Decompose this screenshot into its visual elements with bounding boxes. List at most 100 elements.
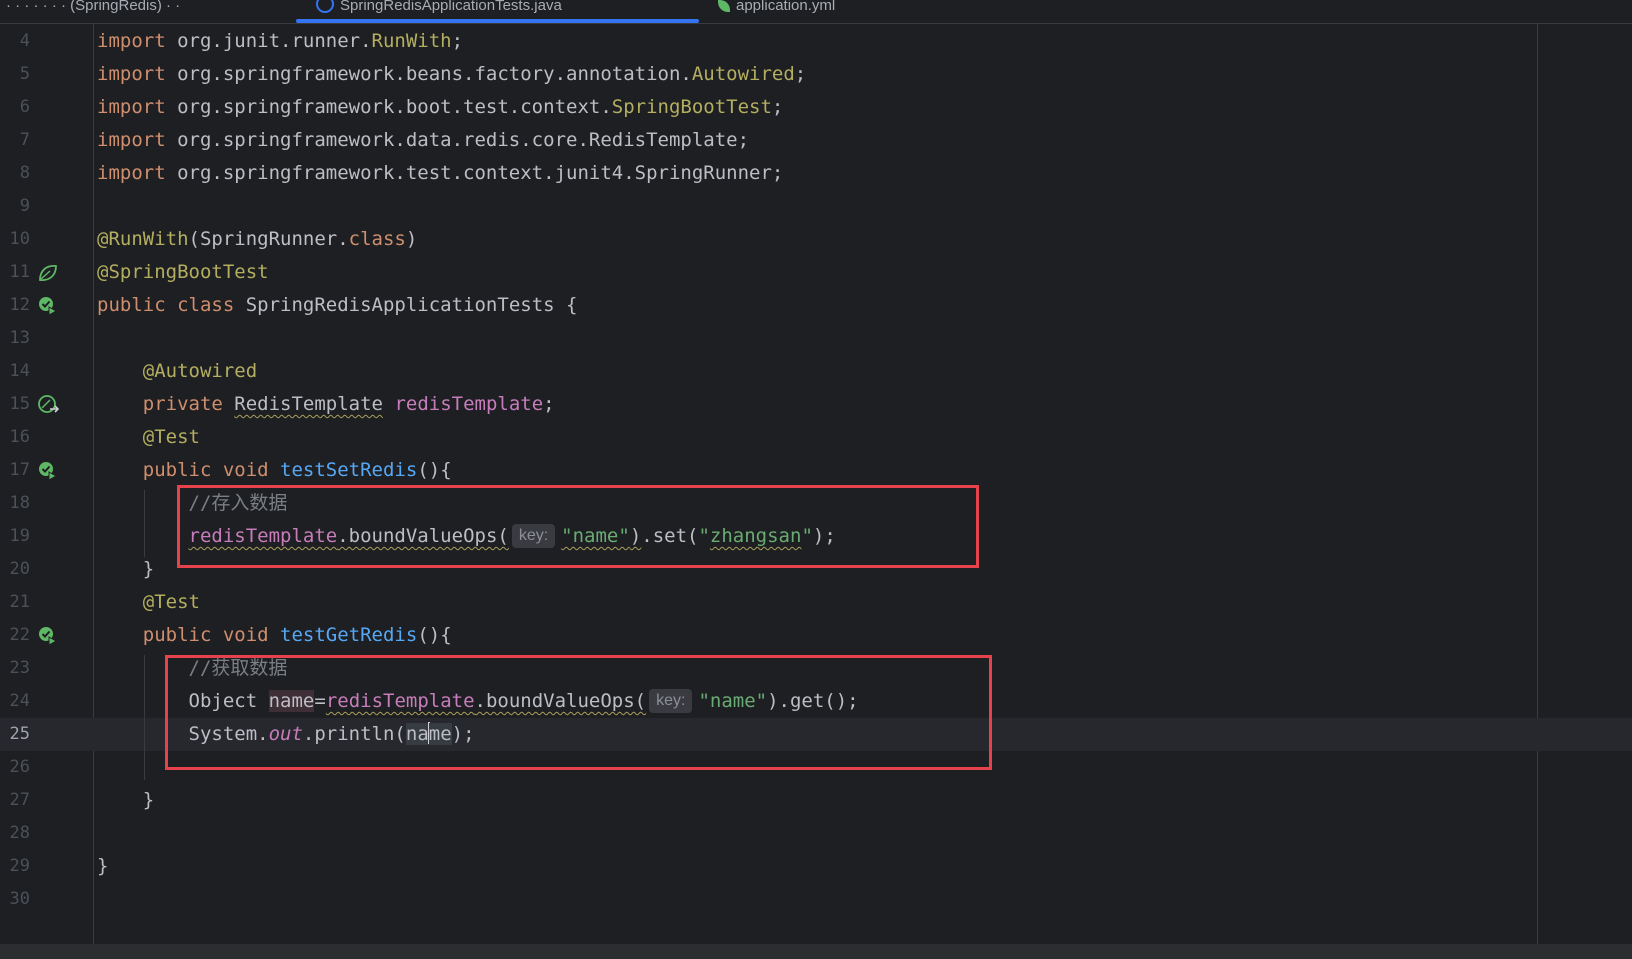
code-text[interactable]: import org.springframework.boot.test.con…: [97, 91, 783, 124]
horizontal-scrollbar[interactable]: [0, 944, 1632, 959]
tab-previous-file[interactable]: · · · · · · · (SpringRedis) · ·: [6, 0, 180, 20]
line-number: 27: [9, 790, 30, 810]
code-text[interactable]: }: [97, 850, 108, 883]
line-number: 17: [9, 460, 30, 480]
code-text[interactable]: import org.springframework.beans.factory…: [97, 58, 806, 91]
line-number: 20: [9, 559, 30, 579]
indent-guide: [144, 655, 145, 780]
tab-application-yml[interactable]: application.yml: [718, 0, 835, 20]
code-line[interactable]: 6 import org.springframework.boot.test.co…: [0, 91, 1632, 124]
code-token: import: [97, 63, 178, 85]
code-token: RedisTemplate: [234, 393, 383, 415]
code-line[interactable]: 10 @RunWith(SpringRunner.class): [0, 223, 1632, 256]
code-line[interactable]: 12 public class SpringRedisApplicationTes…: [0, 289, 1632, 322]
code-token: @RunWith: [97, 228, 189, 250]
tab-spring-redis-application-tests[interactable]: SpringRedisApplicationTests.java: [316, 0, 562, 20]
code-token: private: [142, 393, 235, 415]
code-line[interactable]: 29}: [0, 850, 1632, 883]
code-text[interactable]: import org.springframework.data.redis.co…: [97, 124, 749, 157]
line-number: 24: [9, 691, 30, 711]
code-text[interactable]: public void testSetRedis(){: [97, 454, 452, 487]
run-test-icon[interactable]: [38, 461, 58, 481]
line-number: 13: [9, 328, 30, 348]
code-text[interactable]: }: [97, 784, 154, 817]
run-test-icon[interactable]: [38, 626, 58, 646]
code-token: org.springframework.test.context.junit4.…: [177, 162, 784, 184]
line-number: 4: [19, 31, 30, 51]
code-line[interactable]: 8 import org.springframework.test.context…: [0, 157, 1632, 190]
run-test-icon[interactable]: [38, 296, 58, 316]
code-line[interactable]: 14 @Autowired: [0, 355, 1632, 388]
code-line[interactable]: 15 private RedisTemplate redisTemplate;: [0, 388, 1632, 421]
code-line[interactable]: 13: [0, 322, 1632, 355]
code-token: ;: [794, 63, 807, 85]
code-text[interactable]: @Test: [97, 586, 200, 619]
code-line[interactable]: 5 import org.springframework.beans.factor…: [0, 58, 1632, 91]
editor-tab-bar: · · · · · · · (SpringRedis) · · SpringRe…: [0, 0, 1632, 24]
line-number: 29: [9, 856, 30, 876]
code-line[interactable]: 28: [0, 817, 1632, 850]
code-token: ;: [451, 30, 464, 52]
code-text[interactable]: @RunWith(SpringRunner.class): [97, 223, 417, 256]
code-line[interactable]: 16 @Test: [0, 421, 1632, 454]
code-token: (){: [417, 624, 452, 646]
code-token: @SpringBootTest: [97, 261, 269, 283]
code-line[interactable]: 27 }: [0, 784, 1632, 817]
code-line[interactable]: 30: [0, 883, 1632, 916]
code-token: (){: [417, 459, 452, 481]
line-number: 28: [9, 823, 30, 843]
code-token: public void: [142, 459, 281, 481]
line-number: 25: [9, 724, 30, 744]
code-token: import: [97, 129, 178, 151]
code-line[interactable]: 11 @SpringBootTest: [0, 256, 1632, 289]
code-line[interactable]: 22 public void testGetRedis(){: [0, 619, 1632, 652]
code-text[interactable]: }: [97, 553, 154, 586]
line-number: 18: [9, 493, 30, 513]
spring-leaf-icon[interactable]: [38, 263, 58, 283]
line-number: 8: [19, 163, 30, 183]
code-line[interactable]: 9: [0, 190, 1632, 223]
code-token: (SpringRunner.: [188, 228, 349, 250]
code-token: import: [97, 30, 178, 52]
code-text[interactable]: @Test: [97, 421, 200, 454]
code-line[interactable]: 7 import org.springframework.data.redis.c…: [0, 124, 1632, 157]
code-token: org.junit.runner.: [177, 30, 372, 52]
line-number: 7: [19, 130, 30, 150]
bean-navigate-icon[interactable]: [38, 395, 60, 415]
code-token: import: [97, 162, 178, 184]
code-token: testSetRedis: [280, 459, 418, 481]
tab-label: SpringRedisApplicationTests.java: [340, 0, 562, 14]
highlight-box-set-redis: [177, 485, 979, 568]
code-text[interactable]: public void testGetRedis(){: [97, 619, 452, 652]
code-text[interactable]: private RedisTemplate redisTemplate;: [97, 388, 555, 421]
line-number: 11: [9, 262, 30, 282]
code-token: redisTemplate: [394, 393, 544, 415]
code-text[interactable]: @SpringBootTest: [97, 256, 269, 289]
line-number: 16: [9, 427, 30, 447]
code-text[interactable]: @Autowired: [97, 355, 257, 388]
code-token: org.springframework.data.redis.core.Redi…: [177, 129, 750, 151]
code-line[interactable]: 17 public void testSetRedis(){: [0, 454, 1632, 487]
code-token: }: [97, 558, 155, 580]
code-token: org.springframework.beans.factory.annota…: [177, 63, 692, 85]
code-token: RunWith: [371, 30, 452, 52]
spring-leaf-icon: [718, 0, 730, 12]
code-line[interactable]: 21 @Test: [0, 586, 1632, 619]
indent-guide: [144, 490, 145, 557]
code-line[interactable]: 4 import org.junit.runner.RunWith;: [0, 25, 1632, 58]
line-number: 14: [9, 361, 30, 381]
code-text[interactable]: import org.springframework.test.context.…: [97, 157, 783, 190]
code-text[interactable]: import org.junit.runner.RunWith;: [97, 25, 463, 58]
code-token: }: [97, 855, 109, 877]
highlight-box-get-redis: [165, 655, 992, 770]
code-text[interactable]: public class SpringRedisApplicationTests…: [97, 289, 577, 322]
code-token: class: [348, 228, 406, 250]
active-tab-indicator: [296, 19, 699, 23]
java-class-icon: [316, 0, 334, 13]
line-number: 30: [9, 889, 30, 909]
